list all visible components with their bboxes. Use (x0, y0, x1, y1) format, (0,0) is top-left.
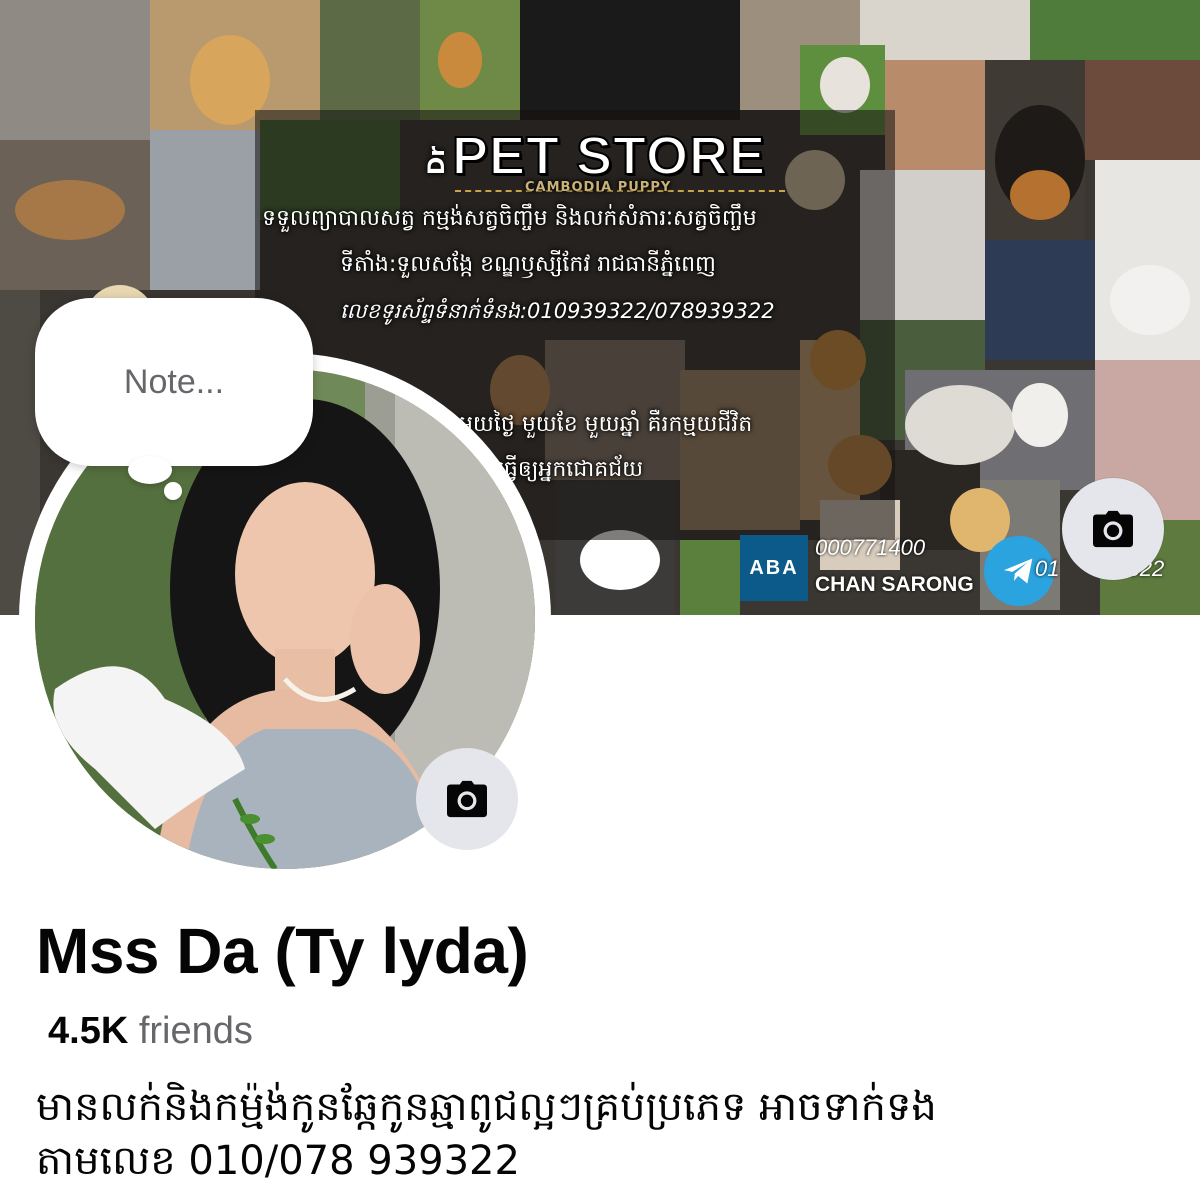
bio-line-1: មានលក់និងកម្ម៉ង់កូនឆ្កែកូនឆ្មាពូជល្អៗគ្រ… (36, 1084, 937, 1130)
cover-khmer-phone: លេខទូរស័ព្ទទំនាក់ទំនង:010939322/07893932… (340, 299, 775, 323)
note-bubble-tail-small (164, 482, 182, 500)
cover-store-subtitle: CAMBODIA PUPPY (525, 180, 672, 195)
bio-line-2: តាមលេខ 010/078 939322 (36, 1138, 520, 1184)
aba-account-number: 000771400 (815, 535, 926, 560)
profile-page: Dr PET STORE CAMBODIA PUPPY ទទួលព្យាបាលស… (0, 0, 1200, 1200)
aba-account-name: CHAN SARONG (815, 573, 974, 596)
cover-khmer-location: ទីតាំង:ទួលសង្កែ ខណ្ឌឫស្សីកែវ រាជធានីភ្នំ… (340, 252, 716, 277)
cover-khmer-services: ទទួលព្យាបាលសត្វ កម្មង់សត្វចិញ្ចឹម និងលក់… (262, 206, 757, 231)
note-bubble[interactable]: Note... (35, 298, 313, 466)
cover-khmer-slogan-1: កម្មយថ្ងៃ មួយខែ មួយឆ្នាំ គឺរកម្មយជីវិត (445, 412, 753, 437)
profile-bio: មានលក់និងកម្ម៉ង់កូនឆ្កែកូនឆ្មាពូជល្អៗគ្រ… (36, 1080, 1176, 1188)
telegram-number-head: 01 (1035, 556, 1060, 581)
aba-bank-logo: ABA (740, 535, 808, 601)
camera-icon (1093, 510, 1133, 548)
profile-name: Mss Da (Ty lyda) (36, 915, 529, 987)
cover-store-name: PET STORE (451, 125, 767, 187)
cover-store-prefix: Dr (425, 145, 450, 175)
edit-profile-picture-button[interactable] (416, 748, 518, 850)
friends-label: friends (138, 1010, 253, 1052)
edit-cover-photo-button[interactable] (1062, 478, 1164, 580)
note-placeholder: Note... (123, 362, 225, 401)
note-bubble-tail-large (128, 456, 172, 484)
friends-count: 4.5K (48, 1010, 129, 1052)
friends-count-link[interactable]: 4.5K friends (48, 1010, 253, 1053)
camera-icon (447, 780, 487, 818)
